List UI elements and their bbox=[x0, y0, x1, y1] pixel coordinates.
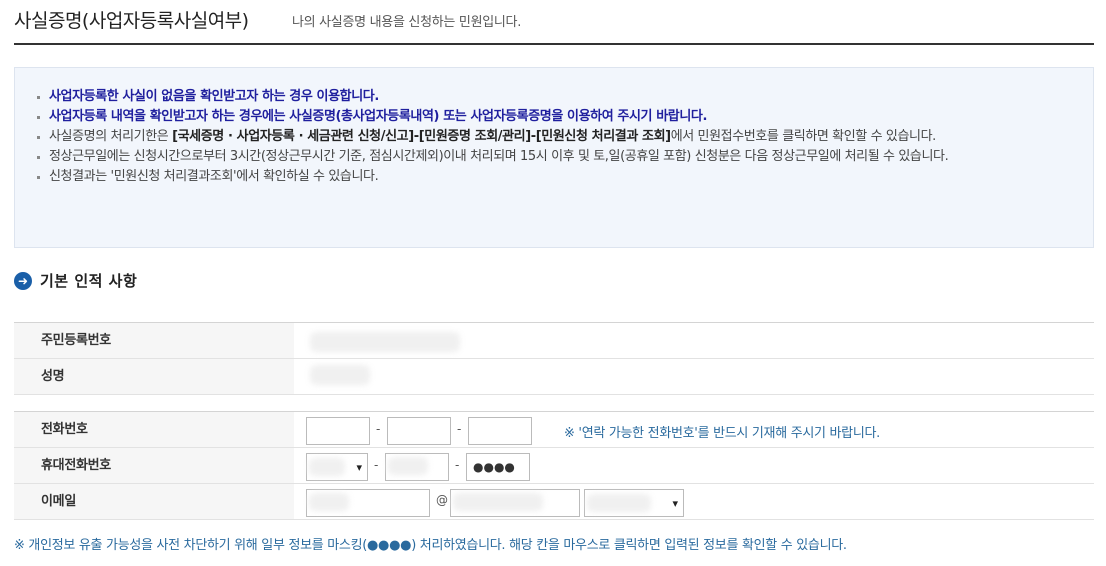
rrn-masked-value bbox=[310, 332, 460, 352]
notice-item-5: 신청결과는 '민원신청 처리결과조회'에서 확인하실 수 있습니다. bbox=[37, 167, 1082, 187]
row-phone: 전화번호 - - ※ '연락 가능한 전화번호'를 반드시 기재해 주시기 바랍… bbox=[14, 412, 1094, 448]
notice-item-3: 사실증명의 처리기한은 [국세증명 · 사업자등록 · 세금관련 신청/신고]-… bbox=[37, 127, 1082, 147]
phone-dash-2: - bbox=[457, 422, 462, 436]
name-label: 성명 bbox=[14, 359, 294, 394]
row-name: 성명 bbox=[14, 359, 1094, 395]
row-mobile: 휴대전화번호 ▾ - - ●●●● bbox=[14, 448, 1094, 484]
notice-item-3-pre: 사실증명의 처리기한은 bbox=[49, 129, 173, 144]
masking-footnote: ※ 개인정보 유출 가능성을 사전 차단하기 위해 일부 정보를 마스킹(●●●… bbox=[14, 538, 847, 553]
phone-hint: ※ '연락 가능한 전화번호'를 반드시 기재해 주시기 바랍니다. bbox=[564, 426, 880, 441]
mobile-input-2[interactable] bbox=[385, 453, 449, 481]
section-title: 기본 인적 사항 bbox=[40, 272, 138, 290]
notice-item-2: 사업자등록 내역을 확인받고자 하는 경우에는 사실증명(총사업자등록내역) 또… bbox=[37, 107, 1082, 127]
name-masked-value bbox=[310, 365, 370, 385]
mobile-dash-2: - bbox=[455, 458, 460, 472]
mobile-input-3[interactable]: ●●●● bbox=[466, 453, 530, 481]
email-at-sign: @ bbox=[436, 493, 448, 507]
email-domain-select[interactable]: ▾ bbox=[584, 489, 684, 517]
email-id-input[interactable] bbox=[306, 489, 430, 517]
mobile-middle-masked bbox=[388, 457, 428, 475]
row-email: 이메일 @ ▾ bbox=[14, 484, 1094, 520]
email-select-masked bbox=[587, 494, 651, 512]
page-title: 사실증명(사업자등록사실여부) bbox=[14, 10, 249, 32]
phone-input-1[interactable] bbox=[306, 417, 370, 445]
mobile-prefix-select[interactable]: ▾ bbox=[306, 453, 368, 481]
email-domain-masked bbox=[453, 493, 543, 511]
mobile-prefix-masked bbox=[309, 458, 345, 476]
notice-list: 사업자등록한 사실이 없음을 확인받고자 하는 경우 이용합니다. 사업자등록 … bbox=[37, 87, 1082, 187]
row-rrn: 주민등록번호 bbox=[14, 323, 1094, 359]
notice-item-4: 정상근무일에는 신청시간으로부터 3시간(정상근무시간 기준, 점심시간제외)이… bbox=[37, 147, 1082, 167]
email-domain-input[interactable] bbox=[450, 489, 580, 517]
name-value bbox=[294, 359, 1094, 394]
email-fields: @ ▾ bbox=[294, 484, 1094, 519]
rrn-value bbox=[294, 323, 1094, 358]
phone-fields: - - ※ '연락 가능한 전화번호'를 반드시 기재해 주시기 바랍니다. bbox=[294, 412, 1094, 447]
notice-item-3-path: [국세증명 · 사업자등록 · 세금관련 신청/신고]-[민원증명 조회/관리]… bbox=[172, 129, 671, 144]
arrow-right-circle-icon: ➜ bbox=[14, 272, 32, 290]
phone-dash-1: - bbox=[376, 422, 381, 436]
page-header: 사실증명(사업자등록사실여부) 나의 사실증명 내용을 신청하는 민원입니다. bbox=[14, 0, 1094, 45]
notice-item-1: 사업자등록한 사실이 없음을 확인받고자 하는 경우 이용합니다. bbox=[37, 87, 1082, 107]
chevron-down-icon: ▾ bbox=[672, 497, 678, 510]
page-subtitle: 나의 사실증명 내용을 신청하는 민원입니다. bbox=[292, 15, 522, 30]
contact-table: 전화번호 - - ※ '연락 가능한 전화번호'를 반드시 기재해 주시기 바랍… bbox=[14, 411, 1094, 520]
phone-label: 전화번호 bbox=[14, 412, 294, 447]
notice-item-3-post: 에서 민원접수번호를 클릭하면 확인할 수 있습니다. bbox=[670, 129, 937, 144]
mobile-label: 휴대전화번호 bbox=[14, 448, 294, 483]
email-label: 이메일 bbox=[14, 484, 294, 519]
identity-table: 주민등록번호 성명 bbox=[14, 322, 1094, 395]
chevron-down-icon: ▾ bbox=[356, 461, 362, 474]
mobile-fields: ▾ - - ●●●● bbox=[294, 448, 1094, 483]
phone-input-3[interactable] bbox=[468, 417, 532, 445]
notice-box: 사업자등록한 사실이 없음을 확인받고자 하는 경우 이용합니다. 사업자등록 … bbox=[14, 67, 1094, 248]
mobile-dash-1: - bbox=[374, 458, 379, 472]
phone-input-2[interactable] bbox=[387, 417, 451, 445]
email-id-masked bbox=[309, 493, 349, 511]
rrn-label: 주민등록번호 bbox=[14, 323, 294, 358]
